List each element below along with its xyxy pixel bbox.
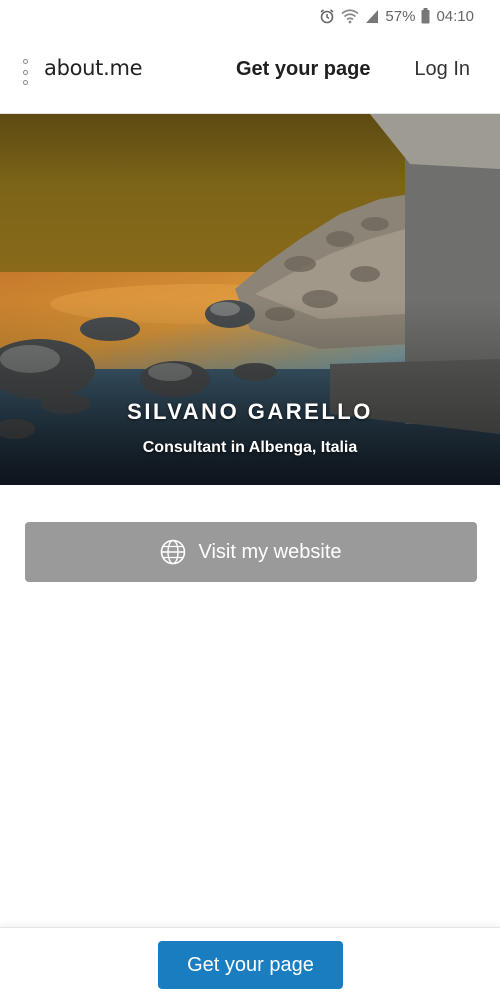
profile-hero: SILVANO GARELLO Consultant in Albenga, I…	[0, 114, 500, 485]
logo[interactable]: about.me	[44, 56, 143, 80]
visit-website-label: Visit my website	[198, 540, 342, 563]
visit-website-button[interactable]: Visit my website	[25, 522, 477, 582]
get-your-page-button[interactable]: Get your page	[158, 941, 343, 989]
alarm-icon	[319, 8, 335, 24]
status-bar: 57% 04:10	[0, 0, 500, 32]
get-your-page-link[interactable]: Get your page	[236, 58, 370, 81]
log-in-link[interactable]: Log In	[414, 58, 470, 81]
globe-icon	[160, 539, 186, 565]
signal-icon	[365, 9, 379, 24]
battery-percent: 57%	[385, 7, 416, 25]
status-time: 04:10	[436, 7, 474, 25]
bottom-bar: Get your page	[0, 927, 500, 1000]
status-icons: 57% 04:10	[319, 5, 474, 27]
profile-subtitle: Consultant in Albenga, Italia	[142, 439, 358, 456]
battery-icon	[421, 8, 430, 24]
hero-background-image	[0, 114, 500, 485]
wifi-icon	[341, 8, 359, 24]
profile-name: SILVANO GARELLO	[127, 399, 373, 424]
app-header: about.me Get your page Log In	[0, 32, 500, 114]
menu-dots-icon[interactable]	[21, 59, 29, 85]
